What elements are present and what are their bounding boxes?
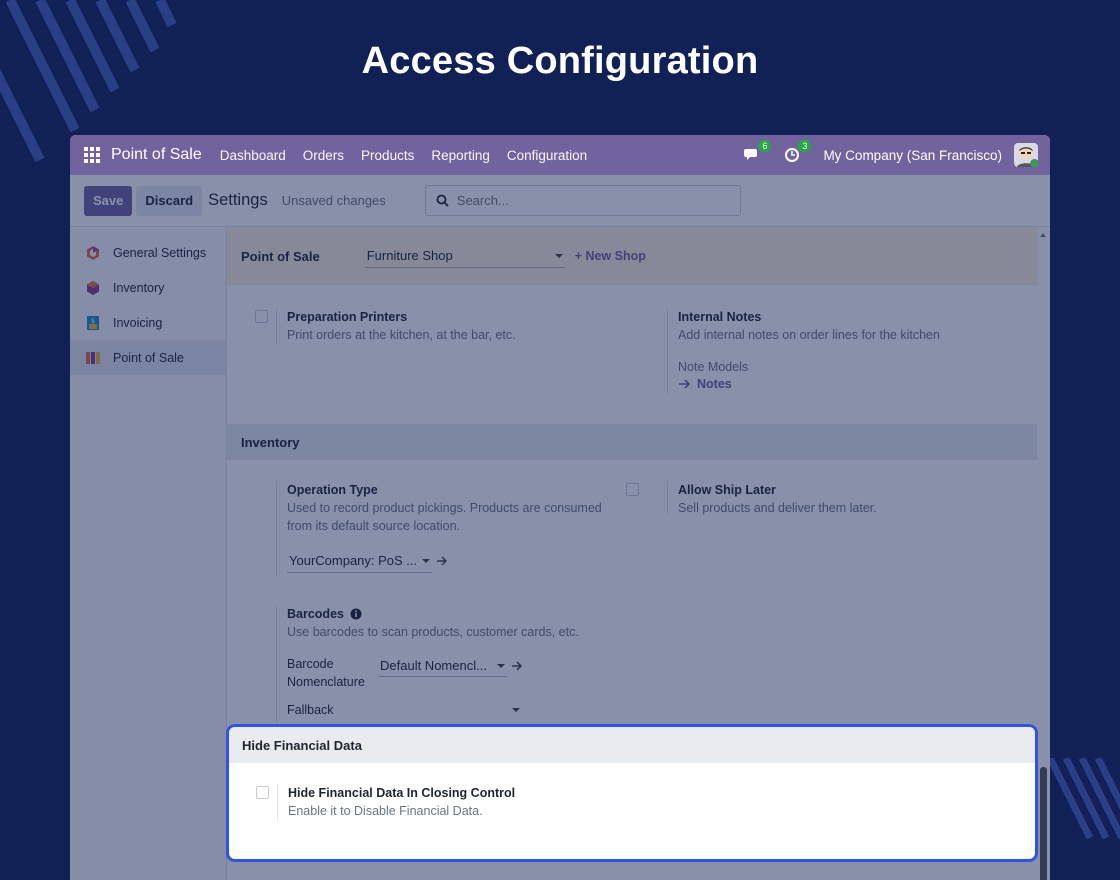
discard-button[interactable]: Discard xyxy=(136,185,203,216)
top-navbar: Point of Sale Dashboard Orders Products … xyxy=(70,135,1050,175)
invoicing-icon: $ xyxy=(87,315,99,330)
setting-description: Enable it to Disable Financial Data. xyxy=(288,804,483,818)
sidebar-item-label: General Settings xyxy=(113,245,207,260)
sidebar-item-invoicing[interactable]: $ Invoicing xyxy=(70,305,226,340)
setting-internal-notes: Internal Notes Add internal notes on ord… xyxy=(646,308,1026,398)
nav-link-products[interactable]: Products xyxy=(361,148,414,163)
decorative-stripes xyxy=(1050,758,1120,848)
online-status-dot xyxy=(1030,159,1038,167)
setting-title: Preparation Printers xyxy=(287,310,408,324)
setting-title: Allow Ship Later xyxy=(678,483,776,497)
nav-link-dashboard[interactable]: Dashboard xyxy=(220,148,286,163)
sidebar-item-inventory[interactable]: Inventory xyxy=(70,270,226,305)
notes-link[interactable]: Notes xyxy=(678,377,940,391)
setting-description: Use barcodes to scan products, customer … xyxy=(287,625,579,639)
svg-text:$: $ xyxy=(91,317,95,325)
highlight-card-hide-financial-data: Hide Financial Data Hide Financial Data … xyxy=(226,724,1038,862)
activity-clock-icon[interactable]: 3 xyxy=(783,140,812,164)
nav-link-orders[interactable]: Orders xyxy=(303,148,344,163)
setting-description-line: from its default source location. xyxy=(287,519,460,533)
search-box[interactable] xyxy=(424,185,741,216)
hide-financial-data-checkbox[interactable] xyxy=(256,786,269,799)
page-title: Settings xyxy=(208,191,268,209)
search-input[interactable] xyxy=(456,193,717,208)
company-switcher[interactable]: My Company (San Francisco) xyxy=(823,148,1002,163)
arrow-right-icon[interactable] xyxy=(511,661,523,671)
chevron-down-icon xyxy=(422,558,430,563)
sidebar-item-label: Inventory xyxy=(113,280,165,295)
setting-preparation-printers: Preparation Printers Print orders at the… xyxy=(255,308,635,358)
setting-title: Barcodes xyxy=(287,607,344,621)
barcode-nomenclature-select[interactable]: Default Nomencl... xyxy=(378,655,507,677)
barcode-nomenclature-value: Default Nomencl... xyxy=(380,658,487,673)
page-banner-title: Access Configuration xyxy=(361,40,759,82)
arrow-right-icon[interactable] xyxy=(436,556,448,566)
setting-allow-ship-later: Allow Ship Later Sell products and deliv… xyxy=(626,481,1026,521)
setting-description: Print orders at the kitchen, at the bar,… xyxy=(287,328,516,342)
pos-header-label: Point of Sale xyxy=(241,248,320,264)
scroll-up-icon[interactable] xyxy=(1040,233,1046,237)
search-icon xyxy=(436,194,449,207)
allow-ship-later-checkbox[interactable] xyxy=(626,483,639,496)
setting-description: Sell products and deliver them later. xyxy=(678,501,877,515)
messages-icon[interactable]: 6 xyxy=(743,140,772,164)
nav-link-reporting[interactable]: Reporting xyxy=(431,148,490,163)
scrollbar-thumb[interactable] xyxy=(1040,767,1047,880)
nav-link-configuration[interactable]: Configuration xyxy=(507,148,587,163)
app-grid-icon[interactable] xyxy=(84,147,100,163)
nav-app-name[interactable]: Point of Sale xyxy=(111,146,202,164)
pos-header: Point of Sale Furniture Shop + New Shop xyxy=(227,227,1037,285)
point-of-sale-icon xyxy=(86,351,100,364)
note-models-label: Note Models xyxy=(678,360,749,374)
control-panel: Save Discard Settings Unsaved changes xyxy=(70,175,1050,227)
chevron-down-icon xyxy=(497,663,505,668)
sidebar-item-label: Point of Sale xyxy=(113,350,184,365)
fallback-label: Fallback xyxy=(287,703,334,717)
general-settings-icon xyxy=(87,245,99,260)
info-icon[interactable] xyxy=(350,608,362,620)
operation-type-select[interactable]: YourCompany: PoS ... xyxy=(287,549,432,573)
setting-title: Internal Notes xyxy=(678,310,762,324)
inventory-icon xyxy=(87,280,99,295)
sidebar-item-general-settings[interactable]: General Settings xyxy=(70,235,226,270)
setting-title: Operation Type xyxy=(287,483,378,497)
arrow-right-icon xyxy=(679,379,691,389)
setting-description-line: Used to record product pickings. Product… xyxy=(287,501,602,515)
settings-sidebar: General Settings Inventory $ Invoicing P… xyxy=(70,227,227,880)
setting-barcodes: Barcodes Use barcodes to scan products, … xyxy=(255,605,635,725)
chevron-down-icon xyxy=(554,253,563,258)
setting-operation-type: Operation Type Used to record product pi… xyxy=(255,481,635,577)
setting-description: Add internal notes on order lines for th… xyxy=(678,328,940,342)
user-avatar[interactable] xyxy=(1014,143,1038,167)
setting-title: Hide Financial Data In Closing Control xyxy=(288,786,516,800)
sidebar-item-label: Invoicing xyxy=(113,315,163,330)
activities-badge: 3 xyxy=(798,140,812,152)
save-button[interactable]: Save xyxy=(84,185,133,216)
barcode-nomenclature-label-line: Nomenclature xyxy=(287,675,365,689)
operation-type-value: YourCompany: PoS ... xyxy=(289,553,418,568)
sidebar-item-point-of-sale[interactable]: Point of Sale xyxy=(70,340,226,375)
messages-badge: 6 xyxy=(758,140,772,152)
unsaved-changes-label: Unsaved changes xyxy=(281,193,386,208)
setting-hide-financial-data: Hide Financial Data In Closing Control E… xyxy=(256,784,756,824)
chevron-down-icon[interactable] xyxy=(512,708,520,712)
barcode-nomenclature-label-line: Barcode xyxy=(287,657,334,671)
section-hide-financial-data: Hide Financial Data xyxy=(229,727,1035,763)
shop-select-value: Furniture Shop xyxy=(366,248,453,263)
section-inventory: Inventory xyxy=(227,424,1037,460)
shop-select[interactable]: Furniture Shop xyxy=(364,244,565,268)
new-shop-link[interactable]: + New Shop xyxy=(575,249,646,263)
preparation-printers-checkbox[interactable] xyxy=(255,310,268,323)
